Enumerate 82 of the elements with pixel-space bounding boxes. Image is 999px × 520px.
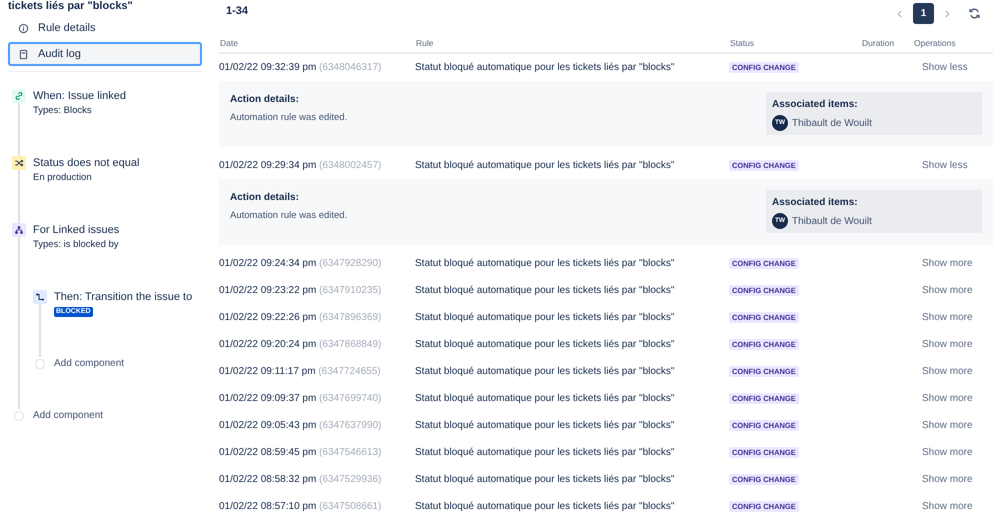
associated-label: Associated items: bbox=[772, 196, 859, 210]
execution-id: (6347928290) bbox=[319, 258, 382, 269]
document-icon bbox=[18, 48, 29, 60]
rule-name: Statut bloqué automatique pour les tickets liés par "blocks" bbox=[415, 420, 674, 431]
show-more-link[interactable]: Show more bbox=[922, 364, 973, 379]
rule-name: Statut bloqué automatique pour les tickets liés par "blocks" bbox=[415, 258, 674, 269]
show-more-link[interactable]: Show more bbox=[922, 337, 973, 352]
associated-label: Associated items: bbox=[772, 98, 859, 112]
details-label: Action details: bbox=[230, 191, 300, 205]
rule-title: tickets liés par "blocks" bbox=[7, 0, 134, 12]
execution-id: (6347546613) bbox=[319, 447, 382, 458]
execution-id: (6347529936) bbox=[319, 474, 382, 485]
date-text: 01/02/22 09:09:37 pm bbox=[219, 393, 316, 404]
step-detail: Types: Blocks bbox=[33, 105, 93, 117]
result-range: 1-34 bbox=[226, 4, 248, 19]
column-header: Status bbox=[730, 38, 754, 48]
execution-id: (6348002457) bbox=[319, 160, 382, 171]
date-text: 01/02/22 08:59:45 pm bbox=[219, 447, 316, 458]
date-text: 01/02/22 08:58:32 pm bbox=[219, 474, 316, 485]
column-header: Rule bbox=[416, 38, 434, 48]
rule-name: Statut bloqué automatique pour les tickets liés par "blocks" bbox=[415, 474, 674, 485]
execution-id: (6347910235) bbox=[319, 285, 382, 296]
info-icon bbox=[18, 22, 29, 34]
rule-name: Statut bloqué automatique pour les tickets liés par "blocks" bbox=[415, 447, 674, 458]
rule-name: Statut bloqué automatique pour les tickets liés par "blocks" bbox=[415, 366, 674, 377]
show-more-link[interactable]: Show more bbox=[922, 283, 973, 298]
execution-id: (6348046317) bbox=[319, 62, 382, 73]
details-label: Action details: bbox=[230, 93, 300, 107]
link-icon bbox=[12, 89, 26, 103]
show-less-link[interactable]: Show less bbox=[922, 158, 968, 173]
execution-id: (6347896369) bbox=[319, 312, 382, 323]
date-text: 01/02/22 09:11:17 pm bbox=[219, 366, 316, 377]
date-text: 01/02/22 09:22:26 pm bbox=[219, 312, 316, 323]
show-more-link[interactable]: Show more bbox=[922, 256, 973, 271]
show-more-link[interactable]: Show more bbox=[922, 472, 973, 487]
column-header: Operations bbox=[914, 38, 956, 48]
execution-id: (6347508661) bbox=[319, 501, 382, 512]
rule-name: Statut bloqué automatique pour les tickets liés par "blocks" bbox=[415, 285, 674, 296]
execution-id: (6347868849) bbox=[319, 339, 382, 350]
show-more-link[interactable]: Show more bbox=[922, 445, 973, 460]
show-more-link[interactable]: Show more bbox=[922, 418, 973, 433]
column-header: Duration bbox=[862, 38, 894, 48]
rule-name: Statut bloqué automatique pour les tickets liés par "blocks" bbox=[415, 160, 674, 171]
step-detail: En production bbox=[33, 172, 93, 184]
show-more-link[interactable]: Show more bbox=[922, 391, 973, 406]
shuffle-icon bbox=[12, 156, 26, 170]
date-text: 01/02/22 09:29:34 pm bbox=[219, 160, 316, 171]
nav-item[interactable]: Rule details bbox=[8, 16, 202, 40]
details-text: Automation rule was edited. bbox=[230, 209, 348, 223]
add-component-link[interactable]: Add component bbox=[54, 357, 124, 371]
refresh-icon[interactable] bbox=[968, 7, 981, 20]
page-button[interactable]: 1 bbox=[913, 3, 934, 24]
date-text: 01/02/22 09:05:43 pm bbox=[219, 420, 316, 431]
nav-item[interactable]: Audit log bbox=[8, 42, 202, 66]
execution-id: (6347699740) bbox=[319, 393, 382, 404]
rule-name: Statut bloqué automatique pour les tickets liés par "blocks" bbox=[415, 393, 674, 404]
rule-name: Statut bloqué automatique pour les tickets liés par "blocks" bbox=[415, 501, 674, 512]
step-title[interactable]: Status does not equal bbox=[33, 156, 140, 170]
transition-icon bbox=[33, 290, 47, 304]
date-text: 01/02/22 09:23:22 pm bbox=[219, 285, 316, 296]
date-text: 01/02/22 09:24:34 pm bbox=[219, 258, 316, 269]
user-name[interactable]: Thibault de Wouilt bbox=[792, 116, 872, 130]
date-text: 01/02/22 09:32:39 pm bbox=[219, 62, 316, 73]
show-more-link[interactable]: Show more bbox=[922, 499, 973, 514]
hierarchy-icon bbox=[12, 223, 26, 237]
step-title[interactable]: When: Issue linked bbox=[33, 89, 126, 103]
step-title[interactable]: For Linked issues bbox=[33, 223, 120, 237]
show-less-link[interactable]: Show less bbox=[922, 60, 968, 75]
column-header: Date bbox=[220, 38, 238, 48]
add-component-link[interactable]: Add component bbox=[33, 409, 104, 423]
rule-name: Statut bloqué automatique pour les tickets liés par "blocks" bbox=[415, 62, 674, 73]
details-text: Automation rule was edited. bbox=[230, 111, 348, 125]
execution-id: (6347637990) bbox=[319, 420, 382, 431]
step-title[interactable]: Then: Transition the issue to bbox=[54, 290, 192, 304]
rule-name: Statut bloqué automatique pour les tickets liés par "blocks" bbox=[415, 339, 674, 350]
date-text: 01/02/22 08:57:10 pm bbox=[219, 501, 316, 512]
rule-name: Statut bloqué automatique pour les tickets liés par "blocks" bbox=[415, 312, 674, 323]
execution-id: (6347724655) bbox=[318, 366, 381, 377]
date-text: 01/02/22 09:20:24 pm bbox=[219, 339, 316, 350]
step-detail: Types: is blocked by bbox=[33, 239, 120, 251]
show-more-link[interactable]: Show more bbox=[922, 310, 973, 325]
user-name[interactable]: Thibault de Wouilt bbox=[792, 214, 872, 228]
